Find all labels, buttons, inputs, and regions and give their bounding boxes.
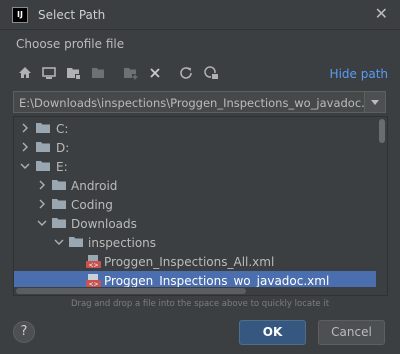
folder-icon	[52, 198, 67, 210]
svg-text:<>: <>	[88, 262, 98, 269]
file-tree[interactable]: C: D: E: Android Coding Downloads inspec…	[13, 116, 388, 296]
desktop-icon[interactable]	[40, 63, 58, 83]
tree-item-coding[interactable]: Coding	[14, 195, 376, 214]
chevron-down-icon[interactable]	[37, 217, 47, 229]
tree-item-label: Coding	[71, 198, 113, 212]
close-icon[interactable]: ✕	[375, 5, 388, 23]
chevron-right-icon[interactable]	[20, 141, 30, 153]
tree-item-label: C:	[56, 122, 69, 136]
tree-item-inspections[interactable]: inspections	[14, 233, 376, 252]
folder-icon	[36, 141, 51, 153]
drag-drop-hint: Drag and drop a file into the space abov…	[70, 299, 330, 309]
project-folder-icon[interactable]	[65, 63, 83, 83]
tree-item-label: Proggen_Inspections_All.xml	[104, 255, 275, 269]
path-input[interactable]: E:\Downloads\inspections\Proggen_Inspect…	[13, 91, 386, 113]
tree-vertical-scrollbar[interactable]	[377, 117, 385, 295]
tree-horizontal-scrollbar[interactable]	[14, 287, 387, 295]
chevron-down-icon[interactable]	[54, 236, 64, 248]
path-input-value[interactable]: E:\Downloads\inspections\Proggen_Inspect…	[19, 96, 386, 110]
ok-button[interactable]: OK	[239, 320, 306, 345]
chevron-down-icon[interactable]	[20, 160, 30, 172]
xml-file-icon: <>	[86, 255, 101, 269]
title-bar: IJ Select Path ✕	[0, 0, 400, 30]
scrollbar-thumb[interactable]	[16, 288, 246, 294]
hide-path-link[interactable]: Hide path	[330, 67, 388, 81]
xml-file-icon: <>	[86, 274, 101, 288]
show-hidden-icon[interactable]	[202, 63, 220, 83]
dialog-subtitle: Choose profile file	[16, 37, 125, 51]
file-chooser-toolbar	[14, 63, 304, 83]
scrollbar-thumb[interactable]	[379, 119, 385, 143]
window-title: Select Path	[38, 8, 106, 22]
tree-item-label: Proggen_Inspections_wo_javadoc.xml	[104, 274, 330, 288]
chevron-right-icon[interactable]	[37, 198, 47, 210]
tree-item-label: D:	[56, 141, 70, 155]
chevron-right-icon[interactable]	[37, 179, 47, 191]
tree-item-label: Android	[71, 179, 118, 193]
tree-item-label: inspections	[88, 236, 157, 250]
tree-item-label: E:	[56, 160, 68, 174]
tree-item-e-drive[interactable]: E:	[14, 157, 376, 176]
tree-item-label: Downloads	[71, 217, 137, 231]
folder-icon	[36, 160, 51, 172]
tree-item-android[interactable]: Android	[14, 176, 376, 195]
folder-icon	[69, 236, 84, 248]
tree-item-file[interactable]: <> Proggen_Inspections_All.xml	[14, 252, 376, 271]
chevron-right-icon[interactable]	[20, 122, 30, 134]
tree-item-c-drive[interactable]: C:	[14, 119, 376, 138]
folder-icon	[52, 217, 67, 229]
intellij-app-icon: IJ	[12, 7, 28, 23]
folder-icon	[36, 122, 51, 134]
cancel-button[interactable]: Cancel	[318, 320, 385, 345]
new-folder-icon[interactable]	[122, 63, 140, 83]
help-button[interactable]: ?	[13, 321, 35, 343]
path-history-dropdown-button[interactable]	[364, 92, 385, 112]
refresh-icon[interactable]	[177, 63, 195, 83]
module-folder-icon[interactable]	[90, 63, 108, 83]
tree-item-downloads[interactable]: Downloads	[14, 214, 376, 233]
tree-item-d-drive[interactable]: D:	[14, 138, 376, 157]
delete-icon[interactable]	[146, 63, 164, 83]
folder-icon	[52, 179, 67, 191]
home-icon[interactable]	[16, 63, 34, 83]
